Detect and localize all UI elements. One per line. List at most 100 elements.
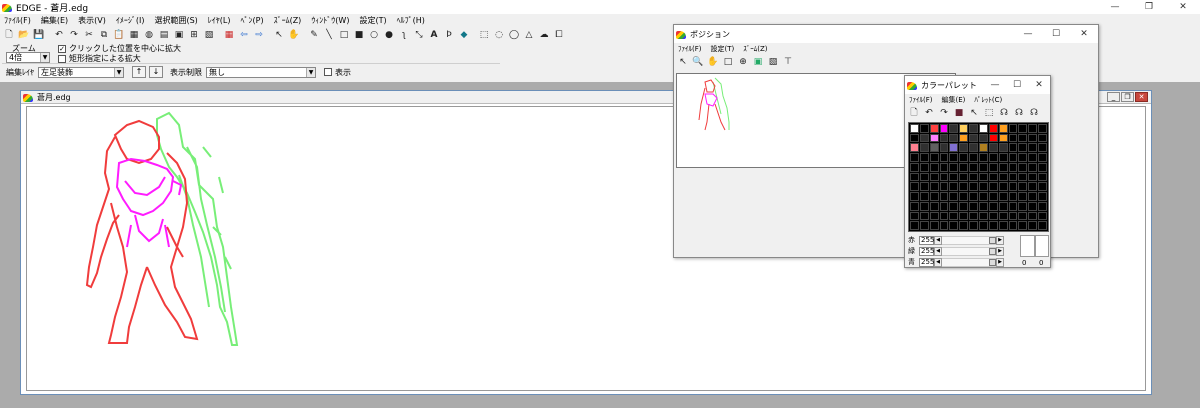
palette-minimize-button[interactable]: — [984,76,1006,94]
palette-cell[interactable] [959,143,969,153]
palette-cell[interactable] [929,124,939,133]
palette-cell[interactable] [969,133,978,143]
palette-cell[interactable] [949,201,959,211]
palette-cell[interactable] [988,153,998,162]
palette-cell[interactable] [949,124,959,133]
palette-cell[interactable] [969,124,978,133]
spray-icon[interactable]: Ϸ [442,28,456,42]
palette-cell[interactable] [1008,133,1018,143]
chevron-down-icon[interactable]: ▼ [114,67,123,77]
palette-cell[interactable] [1038,221,1047,230]
palette-cell[interactable] [1008,143,1018,153]
palette-icon[interactable]: ◍ [142,28,156,42]
maximize-button[interactable]: ❐ [1132,0,1166,14]
palette-cell[interactable] [978,153,988,162]
palette-cell[interactable] [1018,133,1028,143]
palette-cell[interactable] [910,133,919,143]
layer-icon[interactable]: ▦ [127,28,141,42]
palette-cell[interactable] [919,221,929,230]
green-slider[interactable] [942,246,996,256]
palette-cell[interactable] [1018,211,1028,221]
palette-cell[interactable] [1028,162,1038,172]
menu-edit[interactable]: 編集(E) [37,15,74,26]
palette-cell[interactable] [919,162,929,172]
palette-cell[interactable] [949,153,959,162]
palette-cell[interactable] [998,143,1008,153]
palette-cell[interactable] [949,192,959,201]
palette-cell[interactable] [969,162,978,172]
palette-cell[interactable] [978,172,988,182]
palette-cell[interactable] [919,153,929,162]
edit-layer-select[interactable]: 左足装飾 ▼ [38,66,124,78]
minimize-button[interactable]: — [1098,0,1132,14]
zoom-rect-option[interactable]: 矩形指定による拡大 [58,53,141,64]
palette-cell[interactable] [1018,153,1028,162]
palette-cell[interactable] [919,143,929,153]
palette-cell[interactable] [929,192,939,201]
palette-cell[interactable] [1018,124,1028,133]
palette-cell[interactable] [910,143,919,153]
pin-icon[interactable]: ⊤ [781,55,795,69]
palette-cell[interactable] [969,153,978,162]
menu-zoom[interactable]: ｽﾞｰﾑ(Z) [270,15,308,26]
palette-cell[interactable] [929,133,939,143]
red-slider[interactable] [942,235,996,245]
palette-cell[interactable] [998,201,1008,211]
palette-cell[interactable] [978,124,988,133]
palette-cell[interactable] [910,124,919,133]
zoom-select[interactable]: 4倍 ▼ [6,52,50,63]
blue-left-arrow-icon[interactable]: ◀ [934,257,942,267]
palette-grid[interactable] [908,122,1049,232]
palette-cell[interactable] [910,172,919,182]
dropper-icon[interactable]: ⤡ [412,28,426,42]
rect-select-icon[interactable]: ⬚ [477,28,491,42]
foreground-swatch[interactable] [1020,235,1035,257]
blue-right-arrow-icon[interactable]: ▶ [996,257,1004,267]
paste-icon[interactable]: 📋 [112,28,126,42]
gradient-c-icon[interactable]: ☊ [1027,106,1041,120]
palette-cell[interactable] [949,162,959,172]
green-slider-thumb[interactable] [989,247,996,255]
palette-cell[interactable] [1008,192,1018,201]
palette-cell[interactable] [1028,201,1038,211]
redo-icon[interactable]: ↷ [937,106,951,120]
preview-icon[interactable]: ▣ [172,28,186,42]
palette-cell[interactable] [998,172,1008,182]
doc-restore-button[interactable]: ❐ [1121,92,1134,102]
undo-icon[interactable]: ↶ [52,28,66,42]
palette-cell[interactable] [1038,124,1047,133]
palette-cell[interactable] [998,153,1008,162]
palette-cell[interactable] [1038,182,1047,192]
menu-view[interactable]: 表示(V) [74,15,112,26]
line-icon[interactable]: ╲ [322,28,336,42]
show-checkbox-icon[interactable] [324,68,332,76]
palette-cell[interactable] [939,211,949,221]
palette-cell[interactable] [939,153,949,162]
palette-cell[interactable] [910,211,919,221]
prev-arrow-icon[interactable]: ⇦ [237,28,251,42]
doc-close-button[interactable]: ✕ [1135,92,1148,102]
palette-cell[interactable] [969,172,978,182]
palette-cell[interactable] [939,192,949,201]
palette-cell[interactable] [978,133,988,143]
merge-icon[interactable]: ▤ [157,28,171,42]
palette-cell[interactable] [988,201,998,211]
menu-pen[interactable]: ﾍﾟﾝ(P) [237,15,270,26]
open-folder-icon[interactable]: 📂 [17,28,31,42]
palette-cell[interactable] [919,201,929,211]
position-menu-zoom[interactable]: ｽﾞｰﾑ(Z) [739,44,772,54]
palette-cell[interactable] [949,133,959,143]
palette-cell[interactable] [1008,153,1018,162]
palette-cell[interactable] [1038,211,1047,221]
palette-cell[interactable] [929,182,939,192]
fill-rect-icon[interactable]: ■ [352,28,366,42]
pointer-icon[interactable]: ↖ [272,28,286,42]
palette-cell[interactable] [1018,143,1028,153]
palette-cell[interactable] [988,133,998,143]
rect-icon[interactable]: □ [337,28,351,42]
palette-cell[interactable] [959,182,969,192]
gradient-a-icon[interactable]: ☊ [997,106,1011,120]
palette-cell[interactable] [939,162,949,172]
menu-layer[interactable]: ﾚｲﾔ(L) [204,15,237,26]
palette-cell[interactable] [1008,172,1018,182]
